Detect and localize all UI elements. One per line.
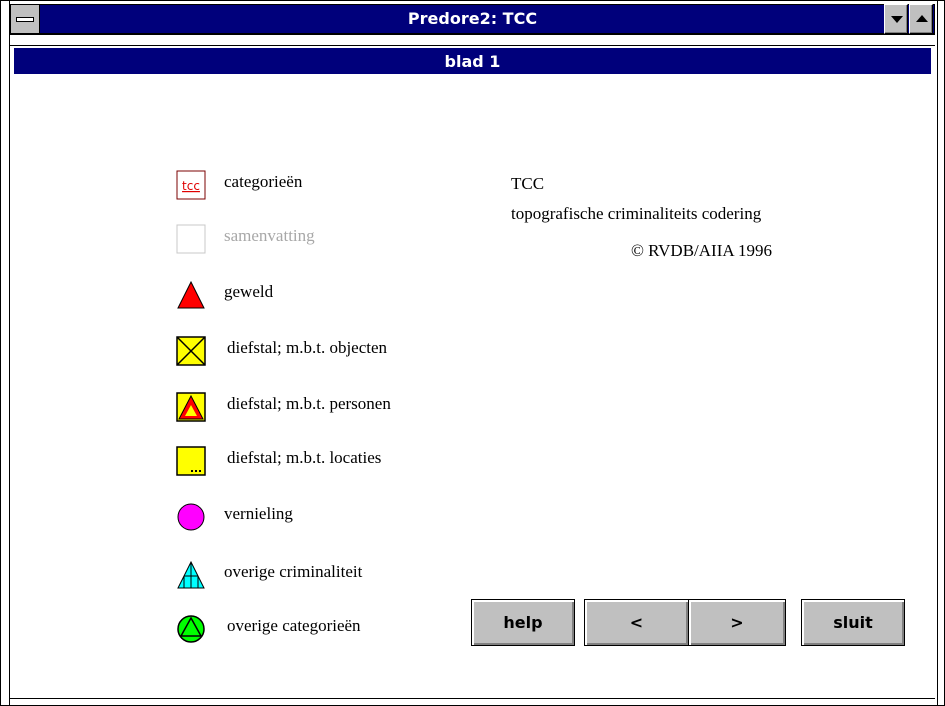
yellow-square-triangle-icon bbox=[176, 392, 206, 422]
window-title: Predore2: TCC bbox=[407, 9, 538, 28]
empty-summary-icon bbox=[176, 224, 206, 254]
svg-text:tcc: tcc bbox=[182, 179, 200, 193]
yellow-square-dots-icon bbox=[176, 446, 206, 476]
previous-button[interactable]: < bbox=[584, 599, 689, 646]
maximize-button[interactable] bbox=[909, 4, 933, 34]
copyright-text: © RVDB/AIIA 1996 bbox=[631, 241, 772, 260]
maximize-arrow-icon bbox=[916, 15, 928, 22]
legend-label: samenvatting bbox=[224, 226, 315, 245]
title-bar[interactable]: Predore2: TCC bbox=[10, 4, 935, 34]
legend-label: diefstal; m.b.t. personen bbox=[227, 394, 391, 413]
yellow-square-cross-icon bbox=[176, 336, 206, 366]
legend-label: diefstal; m.b.t. locaties bbox=[227, 448, 382, 467]
help-button[interactable]: help bbox=[471, 599, 575, 646]
sheet-title-bar: blad 1 bbox=[14, 46, 931, 74]
info-title: TCC bbox=[511, 174, 545, 193]
legend-label: diefstal; m.b.t. objecten bbox=[227, 338, 388, 357]
cyan-triangle-icon bbox=[177, 560, 205, 589]
magenta-circle-icon bbox=[177, 503, 205, 531]
minimize-arrow-icon bbox=[891, 16, 903, 23]
minimize-button[interactable] bbox=[884, 4, 908, 34]
legend-label: overige categorieën bbox=[227, 616, 361, 635]
legend-label: geweld bbox=[224, 282, 274, 301]
legend-label: categorieën bbox=[224, 172, 303, 191]
green-circle-triangle-icon bbox=[177, 615, 205, 643]
legend-label: vernieling bbox=[224, 504, 293, 523]
close-button[interactable]: sluit bbox=[801, 599, 905, 646]
tcc-categories-icon: tcc bbox=[176, 170, 206, 200]
info-subtitle: topografische criminaliteits codering bbox=[511, 204, 762, 223]
bottom-border bbox=[10, 698, 935, 699]
legend-label: overige criminaliteit bbox=[224, 562, 363, 581]
menu-gap bbox=[10, 34, 935, 46]
red-triangle-icon bbox=[177, 280, 205, 309]
next-button[interactable]: > bbox=[688, 599, 786, 646]
